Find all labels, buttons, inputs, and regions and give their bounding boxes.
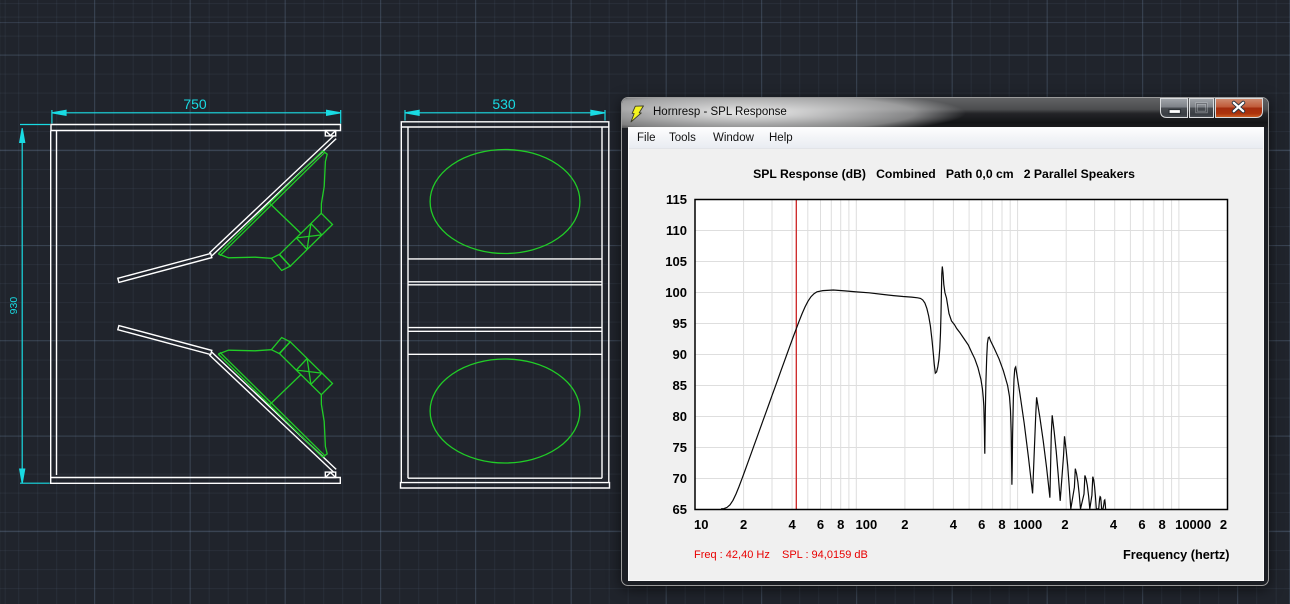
svg-text:90: 90 bbox=[673, 347, 687, 362]
svg-text:6: 6 bbox=[1138, 517, 1145, 532]
svg-text:80: 80 bbox=[673, 409, 687, 424]
svg-text:10000: 10000 bbox=[1175, 517, 1211, 532]
svg-text:1000: 1000 bbox=[1013, 517, 1042, 532]
svg-text:8: 8 bbox=[1158, 517, 1165, 532]
svg-text:100: 100 bbox=[665, 285, 687, 300]
svg-text:115: 115 bbox=[666, 192, 687, 207]
svg-text:8: 8 bbox=[837, 517, 844, 532]
svg-text:70: 70 bbox=[673, 471, 687, 486]
svg-text:2: 2 bbox=[1220, 517, 1227, 532]
svg-text:105: 105 bbox=[665, 254, 687, 269]
svg-text:Freq : 42,40 Hz: Freq : 42,40 Hz bbox=[694, 549, 770, 561]
svg-text:2: 2 bbox=[1061, 517, 1068, 532]
svg-text:110: 110 bbox=[666, 223, 687, 238]
svg-text:2: 2 bbox=[901, 517, 908, 532]
svg-text:8: 8 bbox=[998, 517, 1005, 532]
svg-text:4: 4 bbox=[788, 517, 796, 532]
svg-text:750: 750 bbox=[183, 96, 207, 112]
svg-text:4: 4 bbox=[1110, 517, 1118, 532]
svg-text:SPL Response (dB) Combined: SPL Response (dB) Combined Path 0,0 cm 2… bbox=[753, 167, 1135, 181]
svg-text:85: 85 bbox=[673, 378, 687, 393]
svg-text:930: 930 bbox=[8, 297, 20, 315]
svg-text:95: 95 bbox=[673, 316, 687, 331]
svg-text:6: 6 bbox=[817, 517, 824, 532]
svg-text:10: 10 bbox=[694, 517, 708, 532]
svg-text:530: 530 bbox=[492, 96, 516, 112]
svg-text:SPL : 94,0159 dB: SPL : 94,0159 dB bbox=[782, 549, 868, 561]
svg-text:75: 75 bbox=[673, 440, 687, 455]
svg-text:6: 6 bbox=[978, 517, 985, 532]
svg-text:2: 2 bbox=[740, 517, 747, 532]
svg-text:Frequency (hertz): Frequency (hertz) bbox=[1123, 548, 1229, 562]
svg-text:100: 100 bbox=[856, 517, 878, 532]
svg-text:65: 65 bbox=[673, 502, 687, 517]
svg-text:4: 4 bbox=[950, 517, 958, 532]
